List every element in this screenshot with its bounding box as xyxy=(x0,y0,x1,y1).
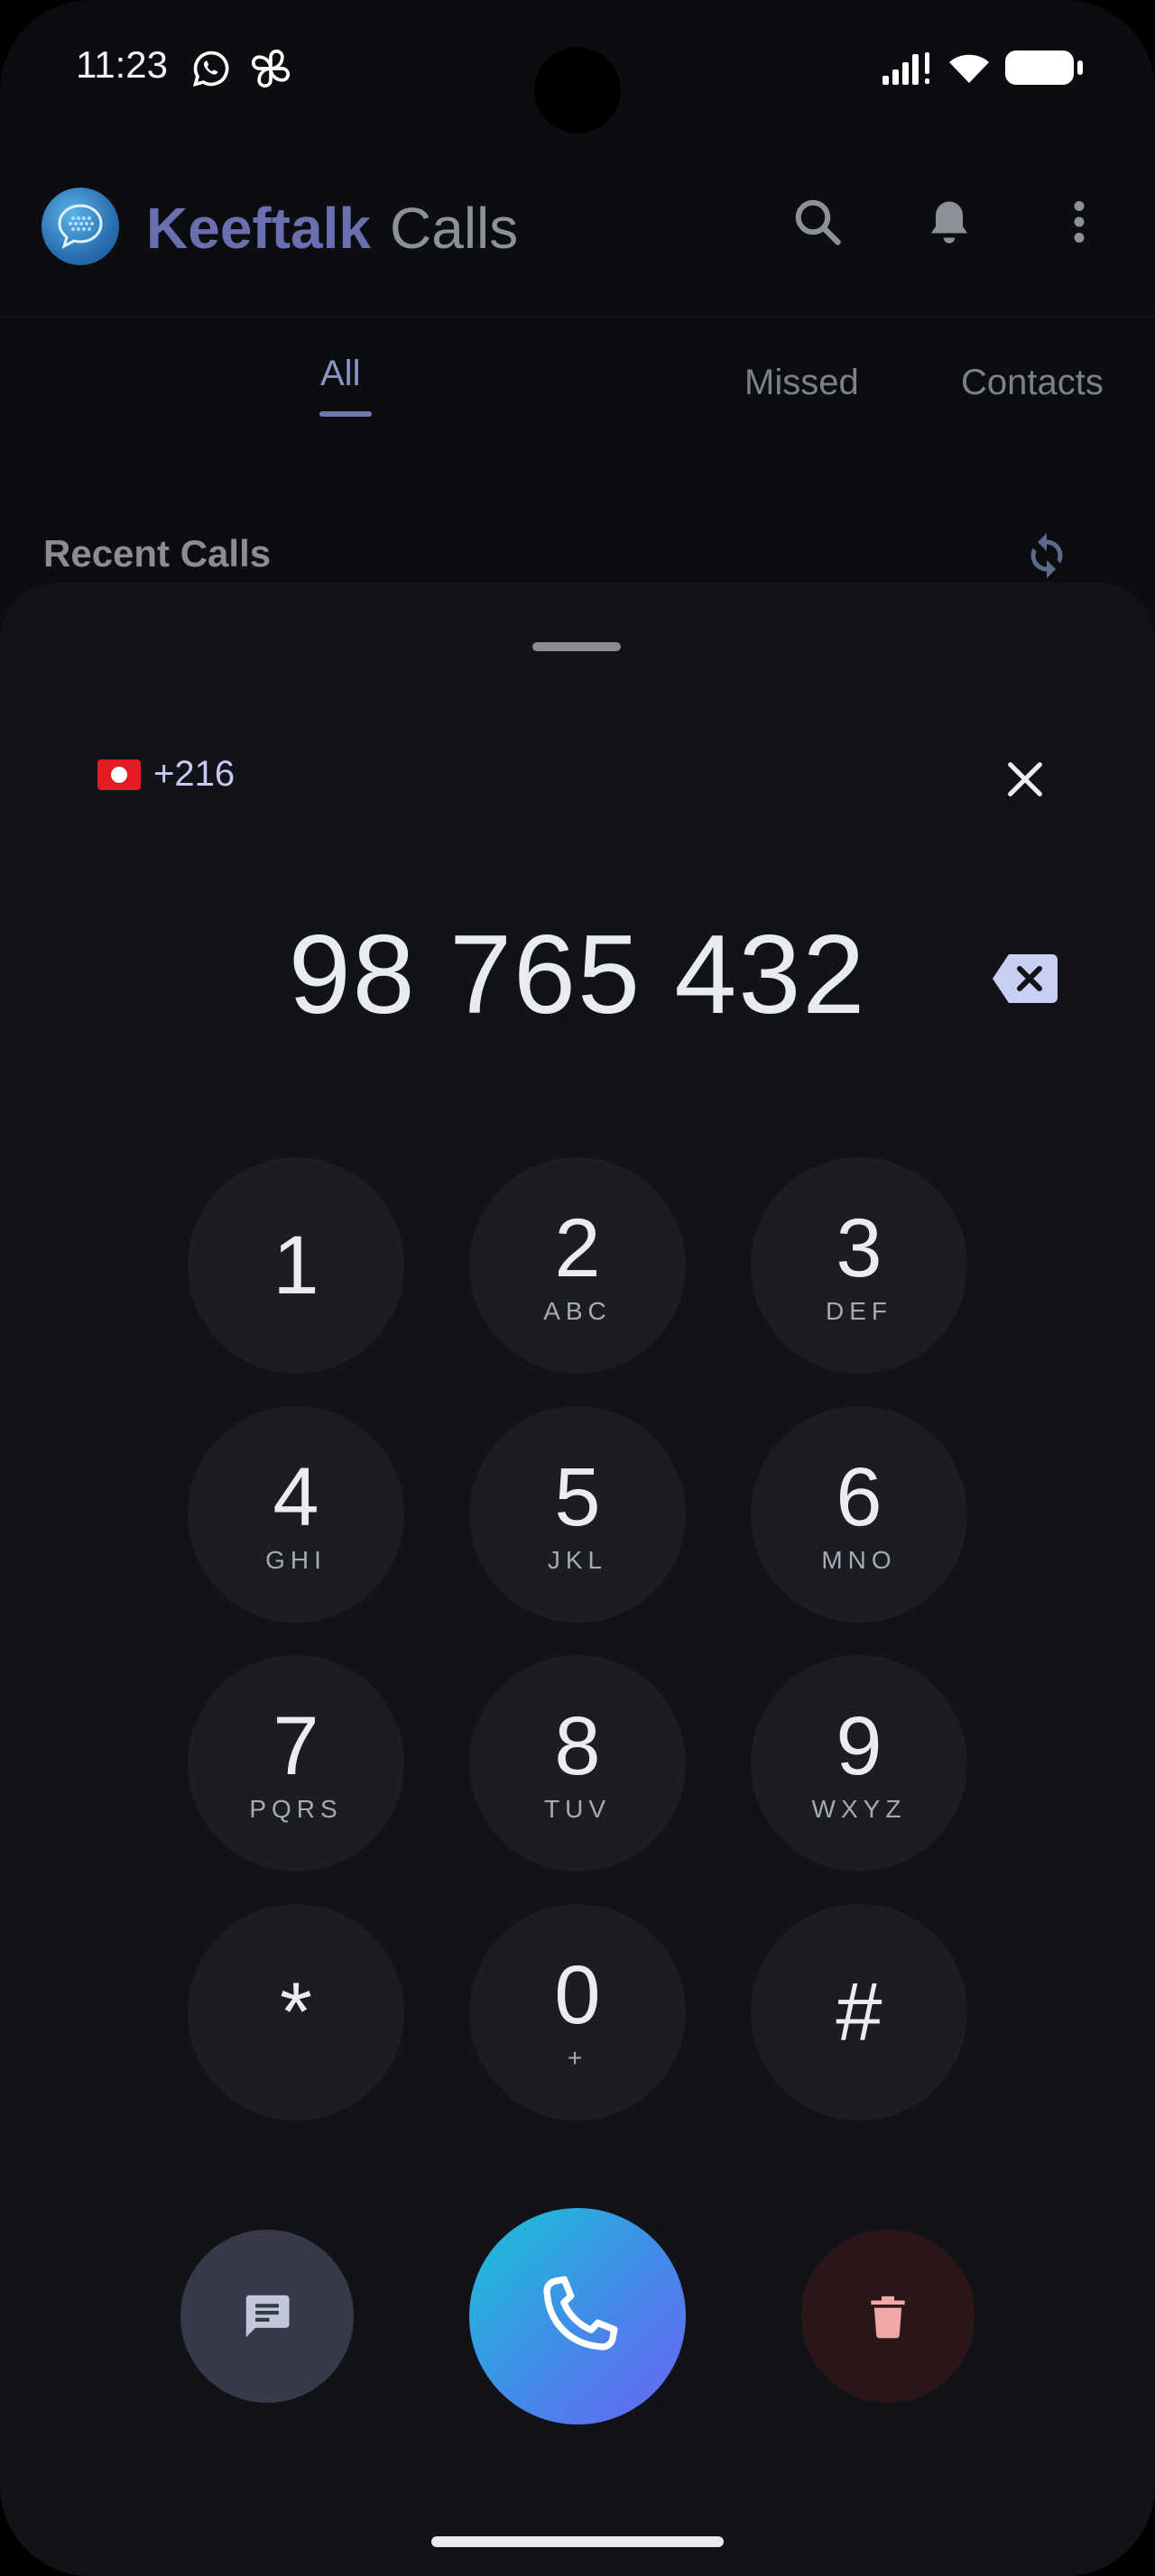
app-brand-title: Keeftalk xyxy=(146,196,371,261)
backspace-icon[interactable] xyxy=(991,952,1059,1005)
key-letters: DEF xyxy=(826,1297,892,1325)
keypad-key-6[interactable]: 6 MNO xyxy=(751,1406,967,1623)
key-digit: 7 xyxy=(273,1700,319,1792)
dialed-number: 98 765 432 xyxy=(288,913,867,1037)
keypad-key-3[interactable]: 3 DEF xyxy=(751,1157,967,1374)
app-bar: Keeftalk Calls xyxy=(0,162,1155,317)
sheet-drag-handle[interactable] xyxy=(532,642,621,651)
search-icon[interactable] xyxy=(790,195,845,249)
keypad-key-5[interactable]: 5 JKL xyxy=(469,1406,686,1623)
message-icon xyxy=(245,2295,290,2338)
tunisia-flag-icon xyxy=(97,759,141,790)
keypad-key-hash[interactable]: # xyxy=(751,1904,967,2121)
keypad-key-9[interactable]: 9 WXYZ xyxy=(751,1655,967,1872)
whatsapp-icon xyxy=(192,51,229,87)
delete-button[interactable] xyxy=(801,2230,975,2403)
key-letters: GHI xyxy=(265,1546,327,1574)
pinwheel-icon xyxy=(251,49,291,88)
keypad-key-2[interactable]: 2 ABC xyxy=(469,1157,686,1374)
key-digit: 9 xyxy=(836,1700,882,1792)
key-letters: WXYZ xyxy=(811,1795,907,1823)
key-digit: 4 xyxy=(273,1451,319,1543)
keypad-key-4[interactable]: 4 GHI xyxy=(188,1406,404,1623)
tab-missed[interactable]: Missed xyxy=(744,363,859,403)
status-time: 11:23 xyxy=(76,43,168,86)
key-letters: JKL xyxy=(547,1546,608,1574)
tab-contacts[interactable]: Contacts xyxy=(961,363,1104,403)
keypad-key-1[interactable]: 1 xyxy=(188,1157,404,1374)
recent-calls-heading: Recent Calls xyxy=(43,532,272,575)
tab-indicator xyxy=(319,411,372,417)
key-letters: TUV xyxy=(544,1795,611,1823)
front-camera xyxy=(534,47,621,133)
refresh-icon[interactable] xyxy=(1020,527,1074,584)
key-digit: 2 xyxy=(554,1202,601,1294)
key-letters: ABC xyxy=(543,1297,612,1325)
bell-icon[interactable] xyxy=(922,195,976,249)
phone-icon xyxy=(543,2276,618,2351)
tab-all[interactable]: All xyxy=(320,354,360,394)
keypad-key-0[interactable]: 0 + xyxy=(469,1904,686,2121)
home-indicator[interactable] xyxy=(431,2536,724,2547)
close-icon[interactable] xyxy=(1000,754,1050,805)
key-digit: 1 xyxy=(273,1219,319,1311)
keypad-key-7[interactable]: 7 PQRS xyxy=(188,1655,404,1872)
key-digit: 3 xyxy=(836,1202,882,1294)
app-logo xyxy=(42,188,119,265)
more-vert-icon[interactable] xyxy=(1052,195,1106,249)
phone-screen: 11:23 Keeftalk Calls All Missed Contacts… xyxy=(0,0,1155,2576)
country-code-selector[interactable]: +216 xyxy=(97,754,235,795)
key-digit: * xyxy=(280,1966,312,2058)
call-button[interactable] xyxy=(469,2208,686,2424)
key-digit: 5 xyxy=(554,1451,601,1543)
key-digit: 0 xyxy=(554,1949,601,2041)
signal-icon xyxy=(882,52,929,85)
key-letters: PQRS xyxy=(249,1795,343,1823)
trash-icon xyxy=(871,2295,905,2339)
key-digit: 8 xyxy=(554,1700,601,1792)
key-digit: 6 xyxy=(836,1451,882,1543)
page-title: Calls xyxy=(390,196,519,261)
key-digit: # xyxy=(836,1966,882,2058)
country-code: +216 xyxy=(153,754,236,794)
key-letters: + xyxy=(567,2044,588,2072)
wifi-icon xyxy=(949,54,989,83)
keypad-key-star[interactable]: * xyxy=(188,1904,404,2121)
key-letters: MNO xyxy=(821,1546,897,1574)
battery-icon xyxy=(1005,51,1083,85)
keypad-key-8[interactable]: 8 TUV xyxy=(469,1655,686,1872)
message-button[interactable] xyxy=(180,2230,354,2403)
